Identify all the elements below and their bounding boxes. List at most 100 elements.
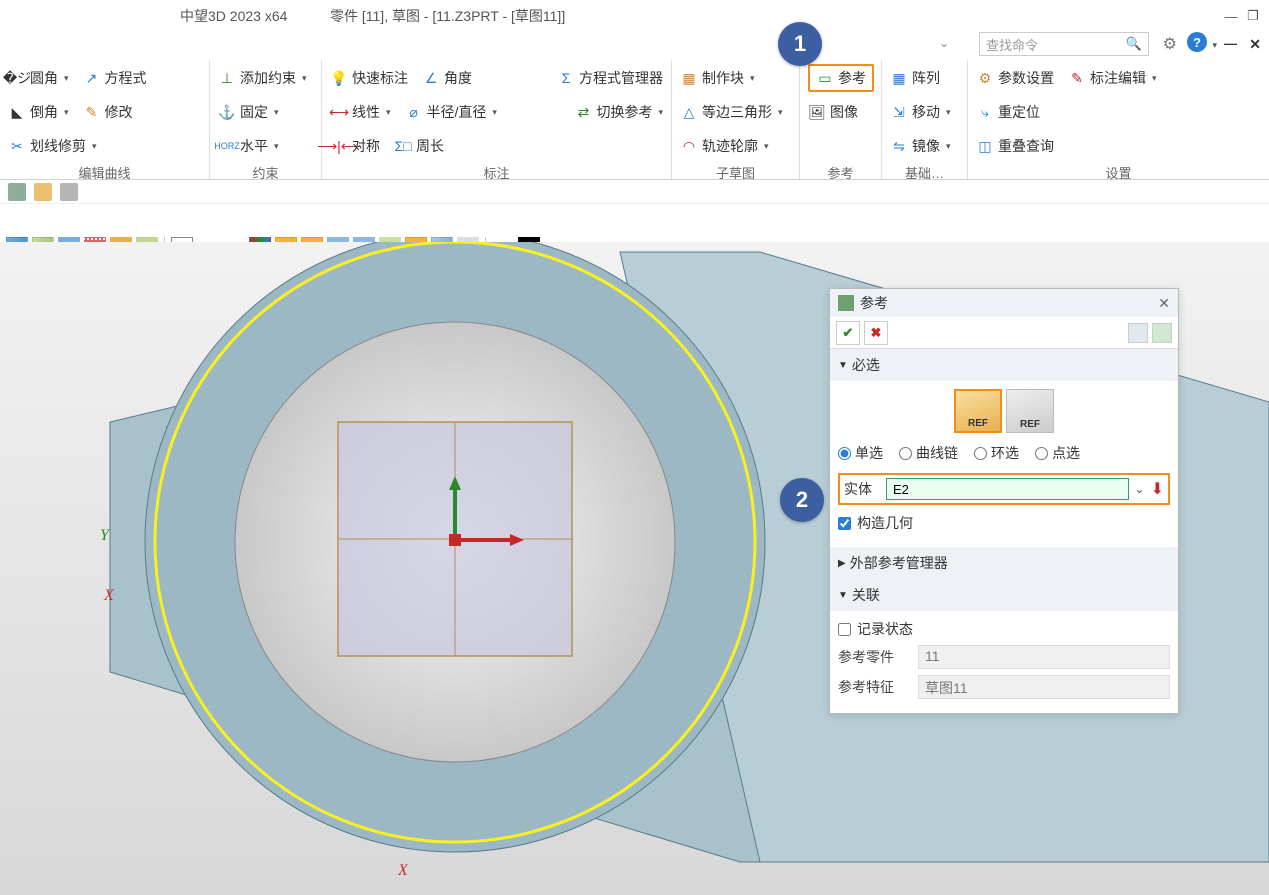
command-search-input[interactable]: 查找命令 🔍 — [979, 32, 1149, 56]
horizontal-button[interactable]: HORZ水平▾ — [218, 136, 279, 156]
ctx-tool-3[interactable] — [60, 183, 78, 201]
ref-feature-value: 草图11 — [918, 675, 1170, 699]
angle-button[interactable]: ∠角度 — [422, 68, 472, 88]
horizontal-icon: HORZ — [218, 137, 236, 155]
dim-edit-icon: ✎ — [1068, 69, 1086, 87]
ctx-tool-1[interactable] — [8, 183, 26, 201]
overlap-icon: ◫ — [976, 137, 994, 155]
equation-manager-button[interactable]: Σ方程式管理器 — [557, 68, 663, 88]
switch-ref-button[interactable]: ⇄切换参考▾ — [574, 102, 663, 122]
add-constraint-button[interactable]: ⊥添加约束▾ — [218, 68, 307, 88]
section-extref-header[interactable]: ▶外部参考管理器 — [830, 547, 1178, 579]
chamfer-button[interactable]: ◣倒角▾ — [8, 102, 69, 122]
perimeter-button[interactable]: Σ□周长 — [394, 136, 444, 156]
ok-button[interactable]: ✔ — [836, 321, 860, 345]
panel-opt-2[interactable] — [1152, 323, 1172, 343]
fillet-button[interactable]: �ジ圆角▾ — [8, 68, 69, 88]
ribbon-group-subsketch: ▦制作块▾ △等边三角形▾ ◠轨迹轮廓▾ 子草图 — [672, 60, 800, 179]
fix-button[interactable]: ⚓固定▾ — [218, 102, 279, 122]
record-state-label: 记录状态 — [857, 619, 913, 639]
gear-icon[interactable]: ⚙ — [1163, 34, 1177, 54]
doc-title: 零件 [11], 草图 - [11.Z3PRT - [草图11]] — [330, 6, 565, 26]
array-icon: ▦ — [890, 69, 908, 87]
minimize-window-icon[interactable]: — — [1223, 8, 1239, 24]
radius-icon: ⌀ — [405, 103, 423, 121]
ref-mode-1[interactable]: REF — [954, 389, 1002, 433]
entity-label: 实体 — [844, 479, 880, 499]
panel-titlebar[interactable]: 参考 ✕ — [830, 289, 1178, 317]
modify-button[interactable]: ✎修改 — [83, 102, 133, 122]
move-button[interactable]: ⇲移动▾ — [890, 102, 951, 122]
ctx-tool-2[interactable] — [34, 183, 52, 201]
reference-panel: 参考 ✕ ✔ ✖ ▼必选 REF REF 单选 曲线链 环选 点选 实体 ⌄ ⬇ — [829, 288, 1179, 714]
group-label: 子草图 — [680, 160, 791, 182]
group-label: 参考 — [808, 160, 873, 182]
search-placeholder: 查找命令 — [986, 35, 1038, 54]
entity-pick-icon[interactable]: ⬇ — [1151, 479, 1164, 499]
modify-icon: ✎ — [83, 103, 101, 121]
dim-edit-button[interactable]: ✎标注编辑▾ — [1068, 68, 1157, 88]
switch-ref-icon: ⇄ — [574, 103, 592, 121]
collapse-ribbon-icon[interactable]: ⌄ — [939, 36, 949, 50]
array-button[interactable]: ▦阵列 — [890, 68, 940, 88]
image-icon: 🖼 — [808, 103, 826, 121]
panel-action-bar: ✔ ✖ — [830, 317, 1178, 349]
radio-point[interactable]: 点选 — [1035, 443, 1080, 463]
image-button[interactable]: 🖼图像 — [808, 102, 858, 122]
quick-dim-button[interactable]: 💡快速标注 — [330, 68, 408, 88]
ribbon-group-reference: ▭参考 🖼图像 参考 — [800, 60, 882, 179]
equilateral-triangle-button[interactable]: △等边三角形▾ — [680, 102, 783, 122]
relocate-button[interactable]: ⤷重定位 — [976, 102, 1040, 122]
entity-dropdown-icon[interactable]: ⌄ — [1135, 482, 1145, 496]
linear-icon: ⟷ — [330, 103, 348, 121]
trace-icon: ◠ — [680, 137, 698, 155]
ref-part-label: 参考零件 — [838, 647, 910, 667]
radio-loop[interactable]: 环选 — [974, 443, 1019, 463]
anchor-icon: ⚓ — [218, 103, 236, 121]
window-close-icon[interactable]: ✕ — [1249, 36, 1261, 53]
block-icon: ▦ — [680, 69, 698, 87]
ref-mode-2[interactable]: REF — [1006, 389, 1054, 433]
group-label: 基础… — [890, 160, 959, 182]
relocate-icon: ⤷ — [976, 103, 994, 121]
y-axis-label: Y — [100, 527, 109, 545]
equation-icon: ↗ — [83, 69, 101, 87]
restore-window-icon[interactable]: ❐ — [1245, 8, 1261, 24]
panel-opt-1[interactable] — [1128, 323, 1148, 343]
linear-button[interactable]: ⟷线性▾ — [330, 102, 391, 122]
panel-close-icon[interactable]: ✕ — [1158, 295, 1170, 312]
section-required-header[interactable]: ▼必选 — [830, 349, 1178, 381]
ref-feature-label: 参考特征 — [838, 677, 910, 697]
app-title: 中望3D 2023 x64 — [180, 6, 287, 26]
trace-contour-button[interactable]: ◠轨迹轮廓▾ — [680, 136, 769, 156]
equation-button[interactable]: ↗方程式 — [83, 68, 147, 88]
add-constraint-icon: ⊥ — [218, 69, 236, 87]
radio-chain[interactable]: 曲线链 — [899, 443, 958, 463]
bulb-icon: 💡 — [330, 69, 348, 87]
param-settings-button[interactable]: ⚙参数设置 — [976, 68, 1054, 88]
mirror-button[interactable]: ⇋镜像▾ — [890, 136, 951, 156]
ribbon-group-basic: ▦阵列 ⇲移动▾ ⇋镜像▾ 基础… — [882, 60, 968, 179]
fillet-icon: �ジ — [8, 69, 26, 87]
record-state-checkbox[interactable] — [838, 623, 851, 636]
radius-button[interactable]: ⌀半径/直径▾ — [405, 102, 497, 122]
make-block-button[interactable]: ▦制作块▾ — [680, 68, 755, 88]
construct-geom-checkbox[interactable] — [838, 517, 851, 530]
reference-button[interactable]: ▭参考 — [808, 64, 874, 92]
overlap-query-button[interactable]: ◫重叠查询 — [976, 136, 1054, 156]
cancel-button[interactable]: ✖ — [864, 321, 888, 345]
callout-badge-2: 2 — [780, 478, 824, 522]
search-icon[interactable]: 🔍 — [1126, 36, 1142, 52]
radio-single[interactable]: 单选 — [838, 443, 883, 463]
reference-icon: ▭ — [816, 69, 834, 87]
help-icon[interactable]: ? — [1187, 32, 1207, 52]
window-minimize-icon[interactable]: — — [1224, 36, 1237, 51]
param-icon: ⚙ — [976, 69, 994, 87]
panel-title-text: 参考 — [860, 293, 888, 313]
help-dropdown-icon[interactable]: ▾ — [1212, 40, 1217, 51]
construct-geom-label: 构造几何 — [857, 513, 913, 533]
entity-input[interactable] — [886, 478, 1129, 500]
trim-button[interactable]: ✂划线修剪▾ — [8, 136, 97, 156]
symmetric-button[interactable]: ⟶|⟵对称 — [330, 136, 380, 156]
section-assoc-header[interactable]: ▼关联 — [830, 579, 1178, 611]
